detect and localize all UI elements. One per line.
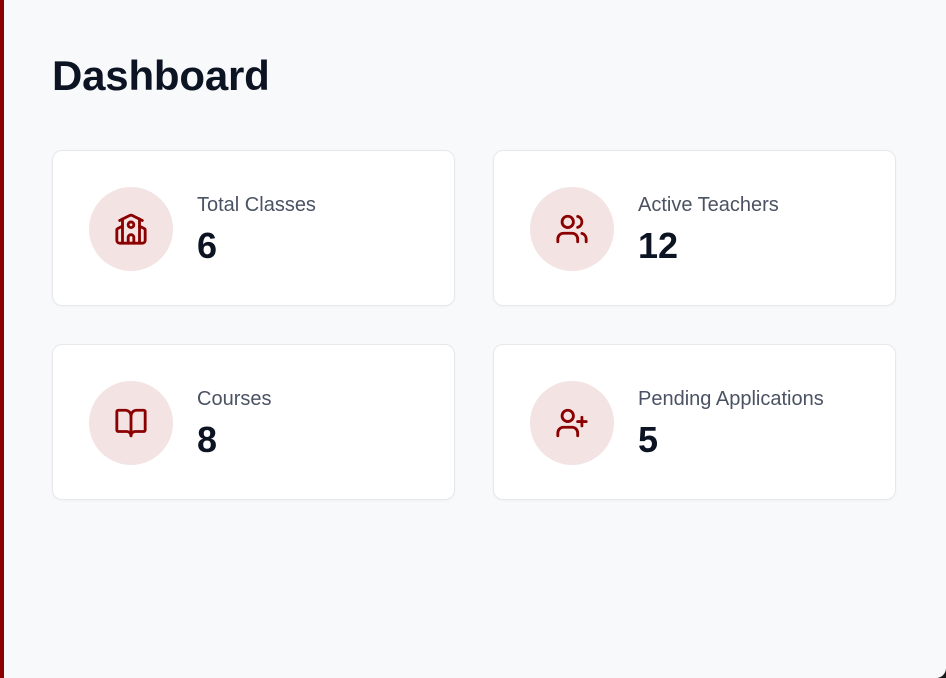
dashboard-main: Dashboard Total Classes 6 Active Teacher…	[4, 0, 946, 678]
stat-card-courses[interactable]: Courses 8	[52, 344, 455, 500]
stat-card-active-teachers[interactable]: Active Teachers 12	[493, 150, 896, 306]
user-plus-icon	[530, 381, 614, 465]
stat-value: 8	[197, 419, 218, 460]
stat-value: 12	[638, 225, 679, 266]
stat-label: Courses	[197, 388, 272, 410]
users-icon	[530, 187, 614, 271]
school-icon	[89, 187, 173, 271]
stat-label: Pending Applications	[638, 388, 824, 410]
book-open-icon	[89, 381, 173, 465]
stat-card-total-classes[interactable]: Total Classes 6	[52, 150, 455, 306]
stat-label: Active Teachers	[638, 194, 779, 216]
stat-value: 5	[638, 419, 659, 460]
page-title: Dashboard	[52, 52, 270, 99]
stat-label: Total Classes	[197, 194, 316, 216]
stat-value: 6	[197, 225, 218, 266]
stat-card-pending-applications[interactable]: Pending Applications 5	[493, 344, 896, 500]
